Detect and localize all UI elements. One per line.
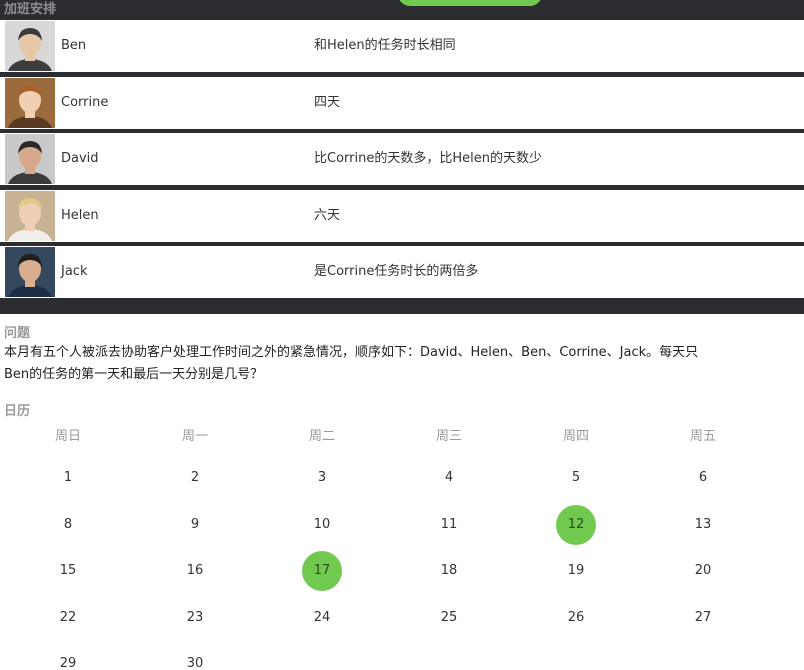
calendar-day[interactable]: 10 <box>302 505 342 545</box>
avatar <box>5 190 55 241</box>
overtime-row: Helen 六天 <box>0 189 804 242</box>
weekday-header: 周三 <box>435 429 462 444</box>
calendar-day[interactable]: 11 <box>429 505 469 545</box>
person-name: Helen <box>61 207 99 223</box>
person-photo-icon <box>5 190 55 241</box>
overtime-section-title: 加班安排 <box>4 2 57 17</box>
avatar <box>5 247 55 298</box>
calendar-day[interactable]: 25 <box>429 598 469 638</box>
calendar-day[interactable]: 2 <box>175 458 215 498</box>
calendar-day[interactable]: 27 <box>683 598 723 638</box>
calendar-day[interactable]: 9 <box>175 505 215 545</box>
person-photo-icon <box>5 77 55 128</box>
person-duration-rule: 和Helen的任务时长相同 <box>314 38 456 53</box>
weekday-header: 周五 <box>689 429 716 444</box>
calendar-day[interactable]: 17 <box>302 551 342 591</box>
person-duration-rule: 六天 <box>314 207 341 223</box>
person-name: David <box>61 151 99 167</box>
calendar-day[interactable]: 16 <box>175 551 215 591</box>
calendar-day[interactable]: 23 <box>175 598 215 638</box>
top-pill-button[interactable] <box>398 0 542 6</box>
person-photo-icon <box>5 134 55 185</box>
calendar-day[interactable]: 6 <box>683 458 723 498</box>
overtime-panel: 加班安排 Ben 和Helen的任务时长相同 Corrine 四天 David 比Corr… <box>0 0 804 314</box>
calendar-day[interactable]: 20 <box>683 551 723 591</box>
overtime-row: Jack 是Corrine任务时长的两倍多 <box>0 246 804 299</box>
overtime-list: Ben 和Helen的任务时长相同 Corrine 四天 David 比Corrine的天… <box>0 20 804 303</box>
person-name: Corrine <box>61 94 109 110</box>
person-photo-icon <box>5 247 55 298</box>
calendar-day[interactable]: 5 <box>556 458 596 498</box>
calendar-day[interactable]: 13 <box>683 505 723 545</box>
person-duration-rule: 四天 <box>314 94 341 110</box>
calendar-day[interactable]: 29 <box>48 644 88 670</box>
calendar-day[interactable]: 18 <box>429 551 469 591</box>
calendar-day[interactable]: 22 <box>48 598 88 638</box>
avatar <box>5 77 55 128</box>
calendar-day[interactable]: 4 <box>429 458 469 498</box>
calendar-day[interactable]: 26 <box>556 598 596 638</box>
weekday-header: 周一 <box>181 429 208 444</box>
question-text: 本月有五个人被派去协助客户处理工作时间之外的紧急情况，顺序如下：David、He… <box>4 345 699 382</box>
person-name: Jack <box>61 264 88 280</box>
person-photo-icon <box>5 21 55 71</box>
calendar-day[interactable]: 8 <box>48 505 88 545</box>
calendar-day[interactable]: 3 <box>302 458 342 498</box>
calendar-day[interactable]: 24 <box>302 598 342 638</box>
calendar-day[interactable]: 15 <box>48 551 88 591</box>
person-name: Ben <box>61 38 87 53</box>
calendar-day[interactable]: 30 <box>175 644 215 670</box>
avatar <box>5 134 55 185</box>
person-duration-rule: 比Corrine的天数多，比Helen的天数少 <box>314 151 542 167</box>
question-title: 问题 <box>4 326 31 341</box>
person-duration-rule: 是Corrine任务时长的两倍多 <box>314 264 479 280</box>
avatar <box>5 21 55 71</box>
overtime-row: Corrine 四天 <box>0 76 804 129</box>
weekday-header: 周四 <box>562 429 589 444</box>
calendar-day[interactable]: 19 <box>556 551 596 591</box>
calendar-title: 日历 <box>4 404 31 419</box>
calendar-day[interactable]: 1 <box>48 458 88 498</box>
weekday-header: 周日 <box>54 429 81 444</box>
weekday-header: 周二 <box>308 429 335 444</box>
page: 加班安排 Ben 和Helen的任务时长相同 Corrine 四天 David 比Corr… <box>0 0 804 670</box>
overtime-row: Ben 和Helen的任务时长相同 <box>0 20 804 72</box>
calendar-day[interactable]: 12 <box>556 504 596 545</box>
overtime-row: David 比Corrine的天数多，比Helen的天数少 <box>0 133 804 186</box>
